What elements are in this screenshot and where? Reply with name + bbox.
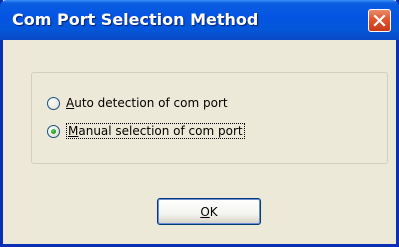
radio-manual-selection[interactable]: Manual selection of com port (47, 122, 245, 140)
close-button[interactable] (368, 9, 391, 32)
radio-button-auto[interactable] (47, 96, 60, 110)
radio-button-manual[interactable] (47, 124, 60, 138)
close-icon (373, 14, 386, 27)
dialog-window: Com Port Selection Method Auto detection… (0, 0, 399, 247)
radio-selected-dot (51, 128, 56, 134)
selection-groupbox (31, 72, 388, 164)
radio-label-manual[interactable]: Manual selection of com port (66, 123, 245, 139)
ok-button[interactable]: OK (157, 198, 261, 225)
radio-auto-detection[interactable]: Auto detection of com port (47, 94, 228, 112)
window-title: Com Port Selection Method (12, 10, 259, 29)
radio-label-auto[interactable]: Auto detection of com port (66, 96, 228, 110)
title-bar[interactable]: Com Port Selection Method (0, 0, 399, 40)
